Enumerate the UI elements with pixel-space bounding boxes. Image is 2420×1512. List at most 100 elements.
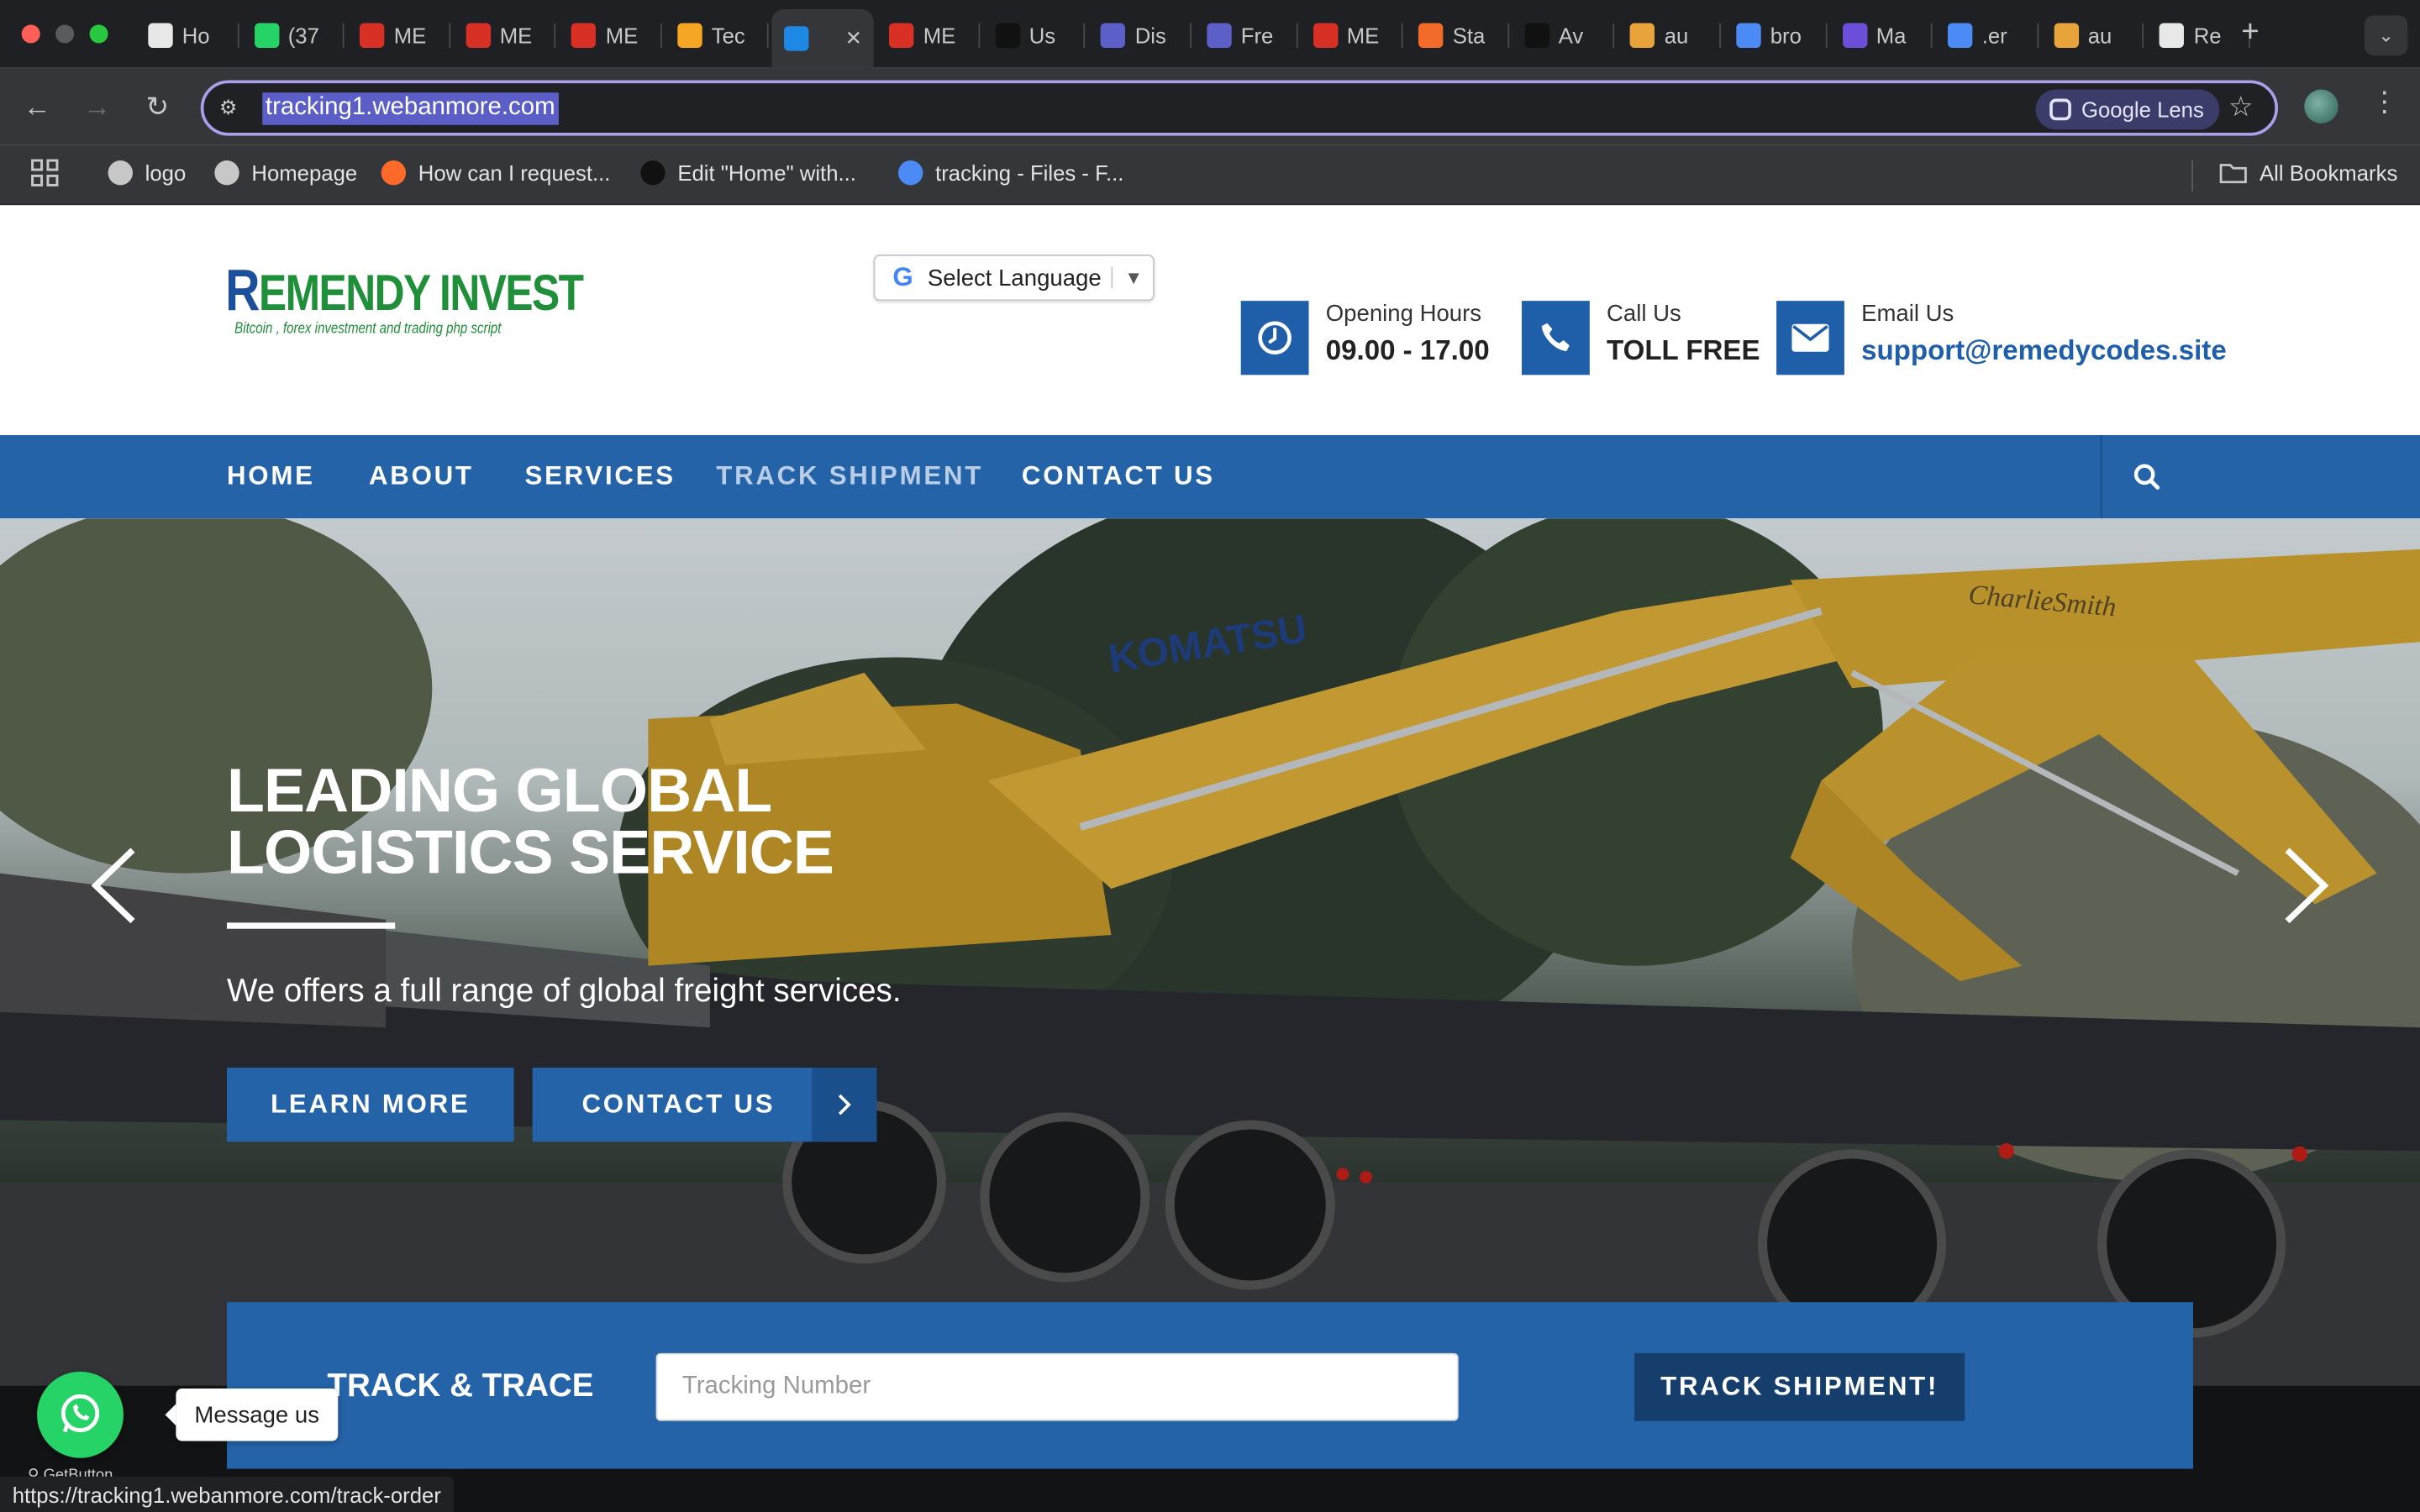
all-bookmarks-button[interactable]: All Bookmarks [2219,160,2397,185]
lens-icon [2049,98,2071,121]
browser-tab[interactable]: Fre [1195,13,1297,59]
google-lens-label: Google Lens [2081,97,2204,123]
s-logo-icon [1524,23,1549,48]
hero-contact-us-button[interactable]: CONTACT US [532,1068,877,1142]
tab-separator [1402,23,1403,48]
google-lens-button[interactable]: Google Lens [2034,89,2220,130]
browser-tab-label: .er [1981,23,2007,48]
nav-item-contact-us[interactable]: CONTACT US [1022,461,1215,492]
tracking-number-input[interactable] [655,1352,1459,1421]
language-select[interactable]: G Select Language ▼ [873,255,1155,302]
browser-tab-strip: Ho (37 ME ME ME Tec ✕ ME Us Dis Fre ME Sta Av au bro Ma.… [0,0,2420,68]
browser-tab[interactable]: Sta [1407,13,1509,59]
bookmark-item[interactable]: tracking - Files - F... [897,160,1124,186]
call-us-label: Call Us [1607,301,1681,328]
tab-separator [1507,23,1509,48]
forward-button[interactable]: → [81,90,114,123]
nav-item-track-shipment[interactable]: TRACK SHIPMENT [716,461,983,492]
browser-tab-label: Us [1028,23,1056,48]
close-tab-icon[interactable]: ✕ [845,26,862,50]
tab-separator [343,23,345,48]
nav-item-services[interactable]: SERVICES [524,461,675,492]
browser-tab[interactable]: .er [1936,13,2039,59]
bookmark-label: tracking - Files - F... [935,160,1124,186]
browser-tab[interactable]: au [1618,13,1721,59]
bookmark-star-icon[interactable]: ☆ [2228,91,2254,123]
gmail-icon [1313,23,1338,48]
tab-separator [555,23,556,48]
tab-separator [766,23,768,48]
address-bar-url[interactable]: tracking1.webanmore.com [262,92,559,125]
browser-tab[interactable]: ME [454,13,556,59]
profile-avatar[interactable] [2304,89,2338,123]
back-button[interactable]: ← [20,90,54,123]
track-shipment-button[interactable]: TRACK SHIPMENT! [1634,1352,1965,1421]
address-bar[interactable]: ⚙ tracking1.webanmore.com Google Lens ☆ [200,80,2279,136]
gmail-icon [571,23,597,48]
nav-divider [2100,434,2102,519]
whatsapp-message-tooltip[interactable]: Message us [165,1389,339,1441]
browser-tab[interactable]: (37 [242,13,345,59]
browser-tab[interactable]: ME [1301,13,1403,59]
bot-icon [1948,23,1973,48]
nav-item-home[interactable]: HOME [227,461,315,492]
browser-tab-label: Dis [1134,23,1166,48]
bookmark-item[interactable]: Homepage [214,160,357,186]
slider-next-arrow-icon[interactable] [2275,846,2336,927]
browser-tab[interactable]: ME [877,13,980,59]
clock-icon [1240,301,1309,375]
tab-separator [1613,23,1615,48]
learn-more-button[interactable]: LEARN MORE [227,1068,514,1142]
browser-tab[interactable]: Us [983,13,1086,59]
maximize-window-button[interactable] [89,24,108,44]
browser-tab[interactable]: Dis [1089,13,1192,59]
browser-tab[interactable]: Ho [136,13,239,59]
site-logo[interactable]: REMENDY INVEST Bitcoin , forex investmen… [225,262,584,347]
minimize-window-button[interactable] [55,24,75,44]
bookmark-label: logo [145,160,187,186]
bookmark-item[interactable]: logo [108,160,187,186]
browser-tab-label: au [2087,23,2112,48]
nav-item-about[interactable]: ABOUT [369,461,474,492]
browser-tab[interactable]: ME [560,13,662,59]
site-info-icon[interactable]: ⚙ [219,96,244,120]
hero-contact-us-label: CONTACT US [581,1089,776,1119]
reload-button[interactable]: ↻ [140,90,174,123]
m-logo-icon [1630,23,1655,48]
browser-tab[interactable]: ME [348,13,450,59]
whatsapp-chat-button[interactable] [37,1371,124,1458]
main-navigation: HOME ABOUT SERVICES TRACK SHIPMENT CONTA… [0,434,2420,519]
browser-tab-label: Sta [1452,23,1486,48]
browser-tab[interactable]: bro [1724,13,1827,59]
tab-search-button[interactable]: ⌄ [2364,15,2408,56]
bookmark-item[interactable]: Edit "Home" with... [640,160,856,186]
browser-tab[interactable]: Av [1512,13,1615,59]
tab-separator [449,23,450,48]
track-and-trace-panel: TRACK & TRACE TRACK SHIPMENT! [227,1302,2193,1469]
tab-separator [2037,23,2039,48]
browser-tab-label: Av [1558,23,1584,48]
hero-title-underline [227,922,396,929]
email-us-link[interactable]: support@remedycodes.site [1861,335,2227,368]
slider-prev-arrow-icon[interactable] [83,846,145,927]
youtube-icon [148,23,173,48]
call-us-value[interactable]: TOLL FREE [1607,335,1760,368]
browser-menu-icon[interactable]: ⋮ [2370,87,2398,119]
browser-tab-label: ME [1346,23,1380,48]
browser-tab-label: ME [499,23,533,48]
browser-tab[interactable]: Tec [666,13,768,59]
browser-tab[interactable]: au [2042,13,2144,59]
apps-grid-icon[interactable] [31,159,59,186]
browser-tab-label: Ma [1876,23,1907,48]
hero-title-line-1: LEADING GLOBAL [227,757,772,826]
globe-icon [108,160,133,186]
tab-separator [1825,23,1827,48]
bookmark-item[interactable]: How can I request... [381,160,610,186]
browser-tab[interactable]: ✕ [771,9,874,68]
new-tab-button[interactable]: + [2235,15,2266,50]
close-window-button[interactable] [21,24,40,44]
search-icon[interactable] [2133,463,2160,491]
tab-separator [1719,23,1721,48]
browser-tab-label: ME [923,23,956,48]
browser-tab[interactable]: Ma [1830,13,1933,59]
